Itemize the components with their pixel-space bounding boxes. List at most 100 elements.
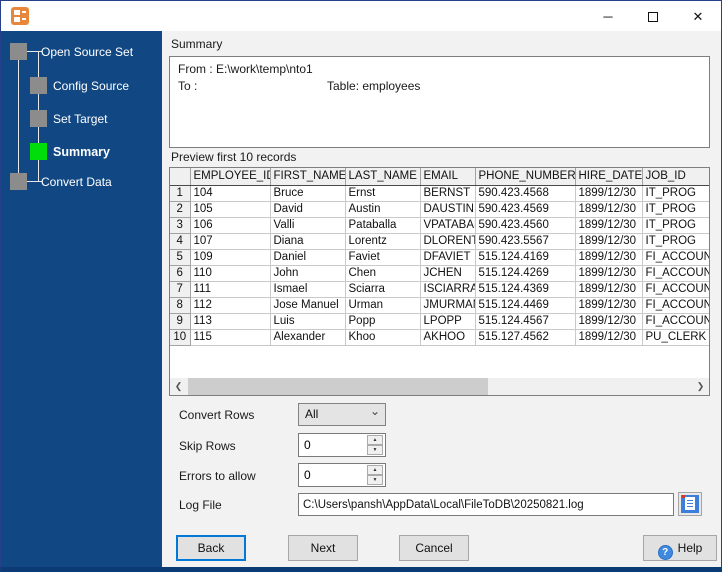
step-square-icon [10,43,27,60]
table-cell: 515.124.4169 [475,249,576,266]
wizard-step-label: Config Source [53,78,130,93]
step-active-square-icon [30,143,47,160]
log-file-input[interactable] [298,493,674,516]
table-row[interactable]: 10 115 Alexander Khoo AKHOO 515.127.4562 1899/… [170,329,709,346]
close-icon[interactable]: ✕ [683,5,713,29]
table-cell: John [270,265,346,282]
table-cell: Luis [270,313,346,330]
column-header-phone_number[interactable]: PHONE_NUMBER [475,168,576,186]
maximize-icon[interactable] [638,5,668,29]
help-button[interactable]: ? Help [643,535,717,561]
table-cell: David [270,201,346,218]
table-cell: Pataballa [345,217,421,234]
preview-table[interactable]: EMPLOYEE_ID FIRST_NAME LAST_NAME EMAIL PHONE… [170,168,709,346]
preview-grid-container: EMPLOYEE_ID FIRST_NAME LAST_NAME EMAIL PHONE… [169,167,710,396]
table-cell: LPOPP [420,313,476,330]
table-cell: JMURMAN [420,297,476,314]
scroll-left-icon[interactable]: ❮ [170,378,187,395]
table-cell: IT_PROG [642,233,709,250]
table-cell: 590.423.4560 [475,217,576,234]
table-row[interactable]: 9 113 Luis Popp LPOPP 515.124.4567 1899/12/30 F… [170,313,709,330]
minimize-icon[interactable]: ─ [593,5,623,29]
spin-up-icon[interactable]: ▲ [367,435,383,445]
horizontal-scrollbar[interactable]: ❮ ❯ [170,378,709,395]
table-cell: 590.423.4569 [475,201,576,218]
cancel-button[interactable]: Cancel [399,535,469,561]
wizard-step-config-source: Config Source [30,77,129,94]
skip-rows-input[interactable] [299,434,365,456]
table-cell: 1899/12/30 [575,313,643,330]
table-cell: Bruce [270,185,346,202]
document-icon [681,495,699,513]
table-cell: ISCIARRA [420,281,476,298]
log-file-view-button[interactable] [678,492,702,516]
wizard-step-convert-data: Convert Data [10,173,112,190]
table-cell: DLORENTZ [420,233,476,250]
table-cell: Austin [345,201,421,218]
table-row[interactable]: 2 105 David Austin DAUSTIN 590.423.4569 1899/1… [170,201,709,218]
table-cell: Ismael [270,281,346,298]
wizard-step-set-target: Set Target [30,110,107,127]
table-row[interactable]: 1 104 Bruce Ernst BERNST 590.423.4568 1899/12/… [170,185,709,202]
table-cell: Urman [345,297,421,314]
table-cell: Jose Manuel [270,297,346,314]
table-cell: 515.124.4269 [475,265,576,282]
table-cell: 1899/12/30 [575,297,643,314]
column-header-email[interactable]: EMAIL [420,168,476,186]
row-number-cell: 3 [170,217,191,234]
next-button[interactable]: Next [288,535,358,561]
table-cell: 1899/12/30 [575,281,643,298]
table-cell: 113 [190,313,271,330]
scroll-right-icon[interactable]: ❯ [692,378,709,395]
table-row[interactable]: 6 110 John Chen JCHEN 515.124.4269 1899/12/30 F… [170,265,709,282]
table-row[interactable]: 4107DianaLorentzDLORENTZ590.423.55671899… [170,233,709,250]
table-cell: 1899/12/30 [575,201,643,218]
summary-box: From : E:\work\temp\nto1 To : Table: emp… [169,56,710,148]
row-number-cell: 10 [170,329,191,346]
table-row[interactable]: 7 111 Ismael Sciarra ISCIARRA 515.124.4369 189… [170,281,709,298]
table-row[interactable]: 3 106 Valli Pataballa VPATABAL 590.423.4560 18… [170,217,709,234]
summary-table-info: Table: employees [327,79,421,93]
wizard-window: ─ ✕ Open Source Set Config Source Set Targ… [0,0,722,572]
table-cell: Popp [345,313,421,330]
errors-to-allow-input[interactable] [299,464,365,486]
table-cell: 515.124.4469 [475,297,576,314]
convert-rows-select[interactable]: All ⌄ [298,403,386,426]
table-cell: Diana [270,233,346,250]
table-cell: 1899/12/30 [575,233,643,250]
table-cell: 1899/12/30 [575,185,643,202]
table-cell: Ernst [345,185,421,202]
table-cell: Valli [270,217,346,234]
column-header-job_id[interactable]: JOB_ID [642,168,709,186]
convert-rows-value: All [305,407,319,421]
chevron-down-icon: ⌄ [369,404,380,418]
spin-down-icon[interactable]: ▼ [367,445,383,455]
table-cell: 1899/12/30 [575,265,643,282]
scrollbar-thumb[interactable] [188,378,488,395]
table-cell: Khoo [345,329,421,346]
table-row[interactable]: 8112Jose ManuelUrmanJMURMAN515.124.44691… [170,297,709,314]
row-number-cell: 7 [170,281,191,298]
back-button[interactable]: Back [176,535,246,561]
skip-rows-stepper: ▲ ▼ [298,433,386,457]
table-cell: 104 [190,185,271,202]
table-cell: 515.127.4562 [475,329,576,346]
table-cell: 590.423.5567 [475,233,576,250]
table-cell: 109 [190,249,271,266]
column-header-first_name[interactable]: FIRST_NAME [270,168,346,186]
spin-up-icon[interactable]: ▲ [367,465,383,475]
row-number-cell: 1 [170,185,191,202]
spin-down-icon[interactable]: ▼ [367,475,383,485]
table-cell: JCHEN [420,265,476,282]
column-header-hire_date[interactable]: HIRE_DATE [575,168,643,186]
row-number-header [170,168,191,186]
table-cell: IT_PROG [642,185,709,202]
column-header-employee_id[interactable]: EMPLOYEE_ID [190,168,271,186]
wizard-steps-sidebar: Open Source Set Config Source Set Target Su… [1,31,162,567]
table-cell: Faviet [345,249,421,266]
column-header-last_name[interactable]: LAST_NAME [345,168,421,186]
table-cell: FI_ACCOUNT [642,249,709,266]
table-row[interactable]: 5 109 Daniel Faviet DFAVIET 515.124.4169 1899/… [170,249,709,266]
table-cell: 110 [190,265,271,282]
wizard-step-label: Open Source Set [41,44,134,59]
